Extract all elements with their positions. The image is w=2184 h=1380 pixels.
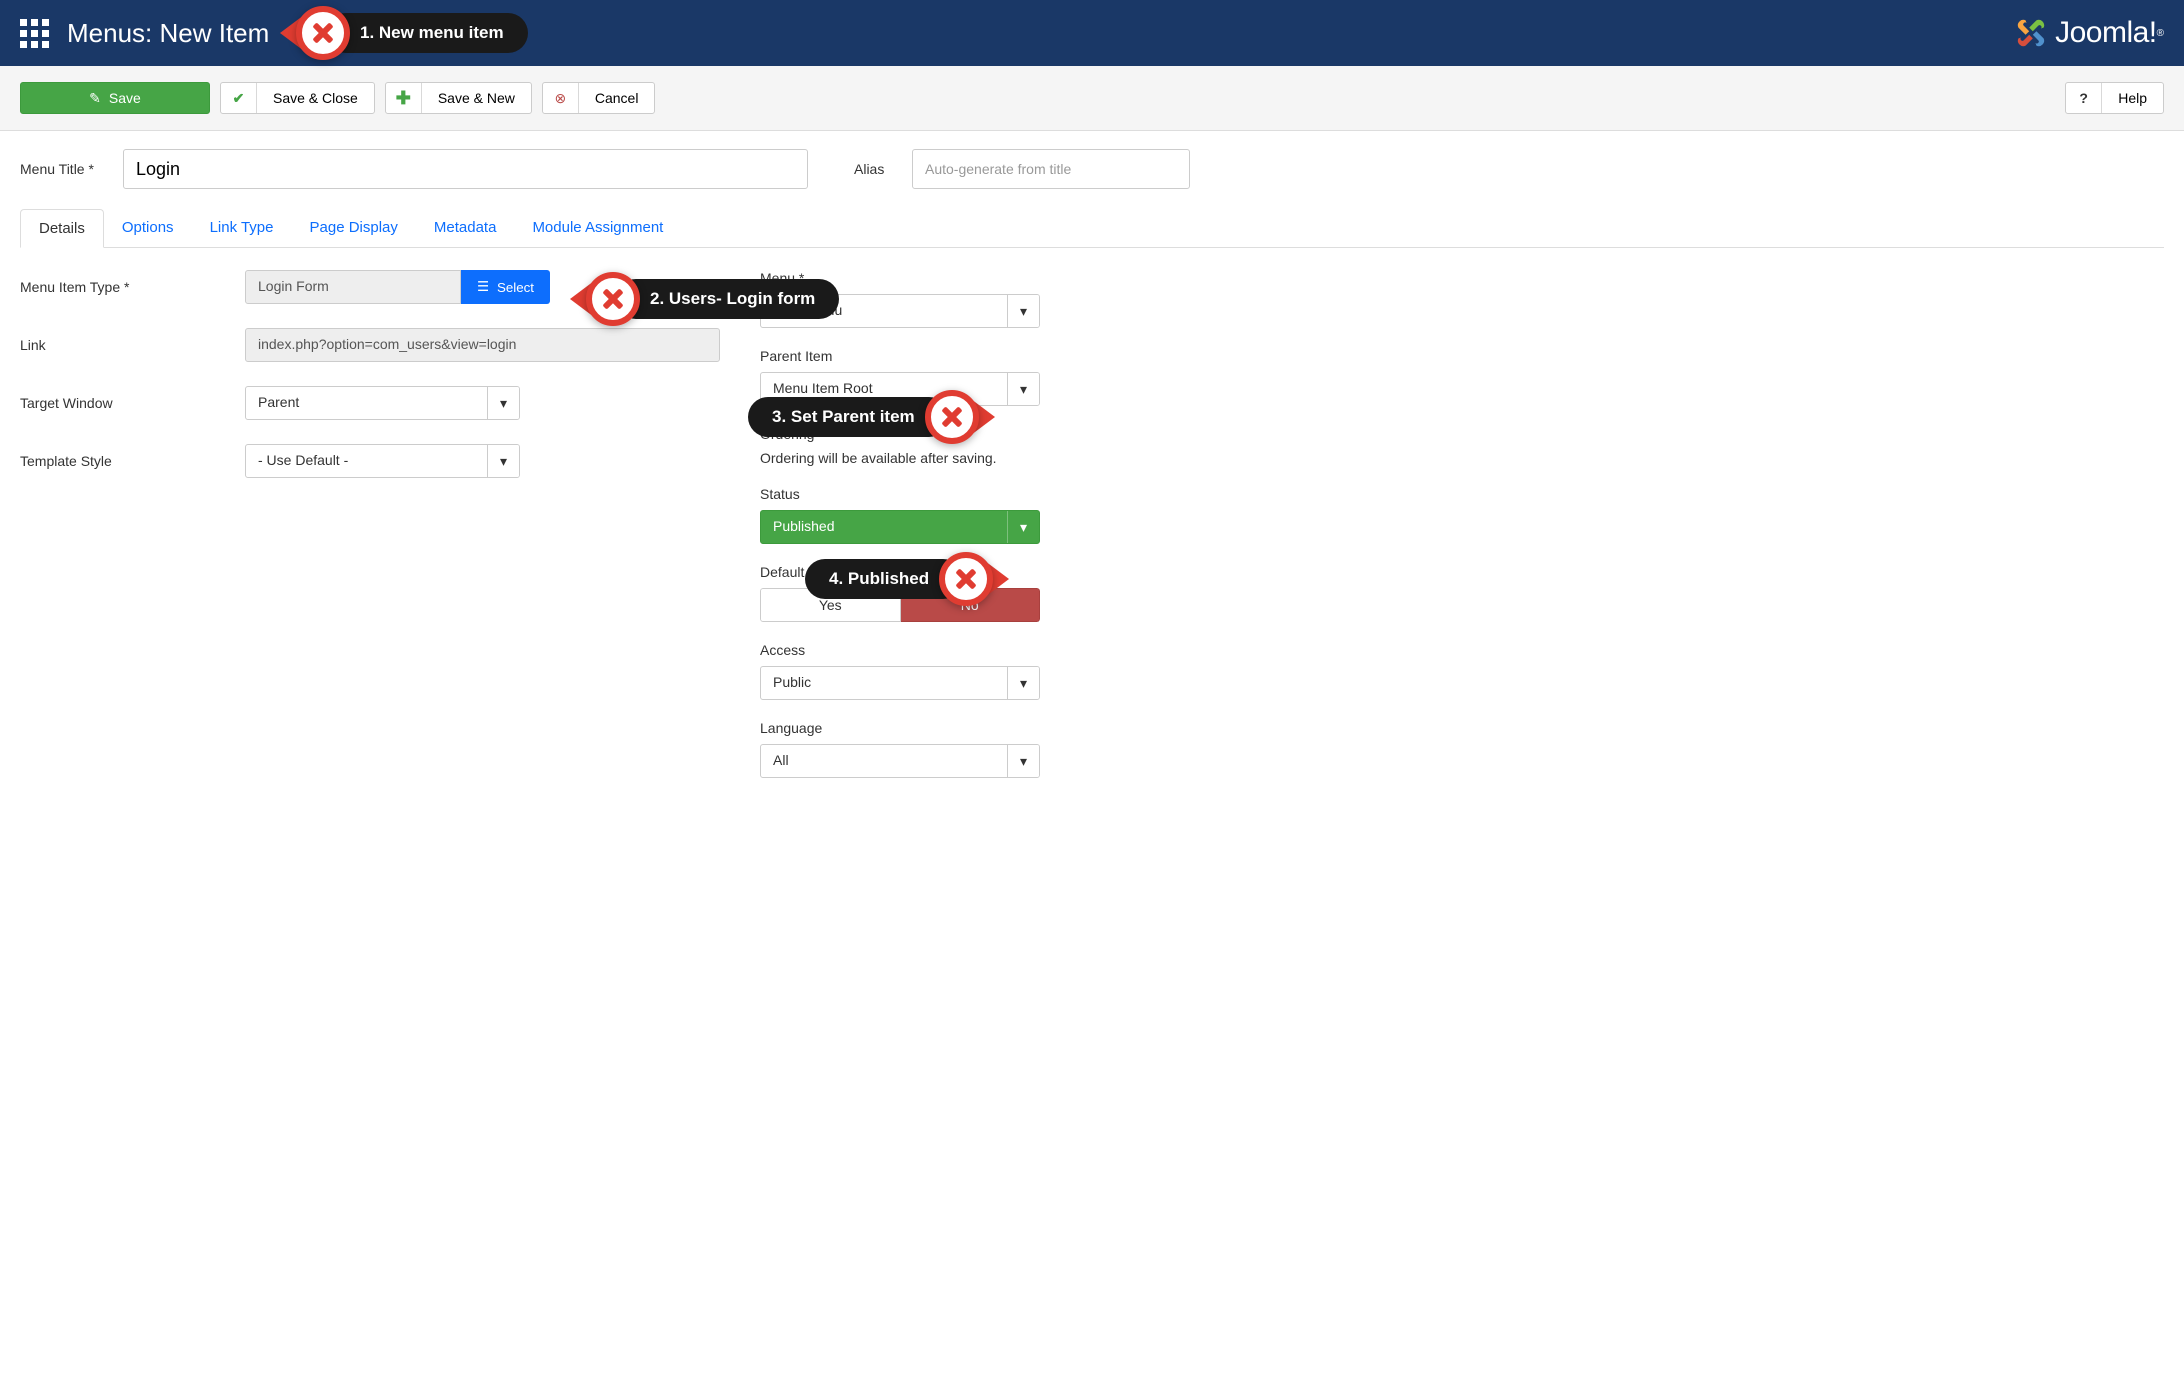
cancel-button[interactable]: ⊗ Cancel — [542, 82, 656, 114]
ordering-text: Ordering will be available after saving. — [760, 450, 1040, 466]
menu-label: Menu * — [760, 270, 1040, 286]
target-window-dropdown[interactable]: Parent ▾ — [245, 386, 520, 420]
menu-item-type-label: Menu Item Type * — [20, 279, 245, 295]
save-close-button[interactable]: ✔ Save & Close — [220, 82, 375, 114]
default-page-yes[interactable]: Yes — [760, 588, 901, 622]
template-style-label: Template Style — [20, 453, 245, 469]
chevron-down-icon: ▾ — [1007, 295, 1039, 327]
parent-item-dropdown[interactable]: Menu Item Root ▾ — [760, 372, 1040, 406]
help-button[interactable]: ? Help — [2065, 82, 2164, 114]
chevron-down-icon: ▾ — [1007, 511, 1039, 543]
alias-label: Alias — [854, 161, 894, 177]
chevron-down-icon: ▾ — [487, 445, 519, 477]
ordering-label: Ordering — [760, 426, 1040, 442]
tab-details[interactable]: Details — [20, 209, 104, 248]
action-toolbar: ✎ Save ✔ Save & Close ✚ Save & New ⊗ Can… — [0, 66, 2184, 131]
chevron-down-icon: ▾ — [487, 387, 519, 419]
parent-item-label: Parent Item — [760, 348, 1040, 364]
default-page-radio: Yes No — [760, 588, 1040, 622]
alias-input[interactable] — [912, 149, 1190, 189]
admin-header: Menus: New Item Joomla!® — [0, 0, 2184, 66]
chevron-down-icon: ▾ — [1007, 667, 1039, 699]
target-window-label: Target Window — [20, 395, 245, 411]
joomla-logo: Joomla!® — [2011, 13, 2164, 53]
tab-module-assignment[interactable]: Module Assignment — [514, 209, 681, 247]
page-title: Menus: New Item — [67, 18, 269, 49]
tab-link-type[interactable]: Link Type — [192, 209, 292, 247]
menu-item-type-value: Login Form — [245, 270, 461, 304]
chevron-down-icon: ▾ — [1007, 373, 1039, 405]
menu-dropdown[interactable]: Main Menu ▾ — [760, 294, 1040, 328]
save-button[interactable]: ✎ Save — [20, 82, 210, 114]
access-label: Access — [760, 642, 1040, 658]
tab-metadata[interactable]: Metadata — [416, 209, 515, 247]
chevron-down-icon: ▾ — [1007, 745, 1039, 777]
list-icon: ☰ — [477, 279, 489, 295]
tabs: Details Options Link Type Page Display M… — [20, 209, 2164, 248]
tab-options[interactable]: Options — [104, 209, 192, 247]
language-label: Language — [760, 720, 1040, 736]
access-dropdown[interactable]: Public ▾ — [760, 666, 1040, 700]
default-page-label: Default Page — [760, 564, 1040, 580]
link-value: index.php?option=com_users&view=login — [245, 328, 720, 362]
default-page-no[interactable]: No — [901, 588, 1041, 622]
save-new-button[interactable]: ✚ Save & New — [385, 82, 532, 114]
status-dropdown[interactable]: Published ▾ — [760, 510, 1040, 544]
status-label: Status — [760, 486, 1040, 502]
menu-title-label: Menu Title * — [20, 161, 105, 177]
menu-item-type-select-button[interactable]: ☰ Select — [461, 270, 550, 304]
tab-page-display[interactable]: Page Display — [292, 209, 416, 247]
menu-title-input[interactable] — [123, 149, 808, 189]
template-style-dropdown[interactable]: - Use Default - ▾ — [245, 444, 520, 478]
sidebar-toggle-icon[interactable] — [20, 19, 49, 48]
link-label: Link — [20, 337, 245, 353]
language-dropdown[interactable]: All ▾ — [760, 744, 1040, 778]
